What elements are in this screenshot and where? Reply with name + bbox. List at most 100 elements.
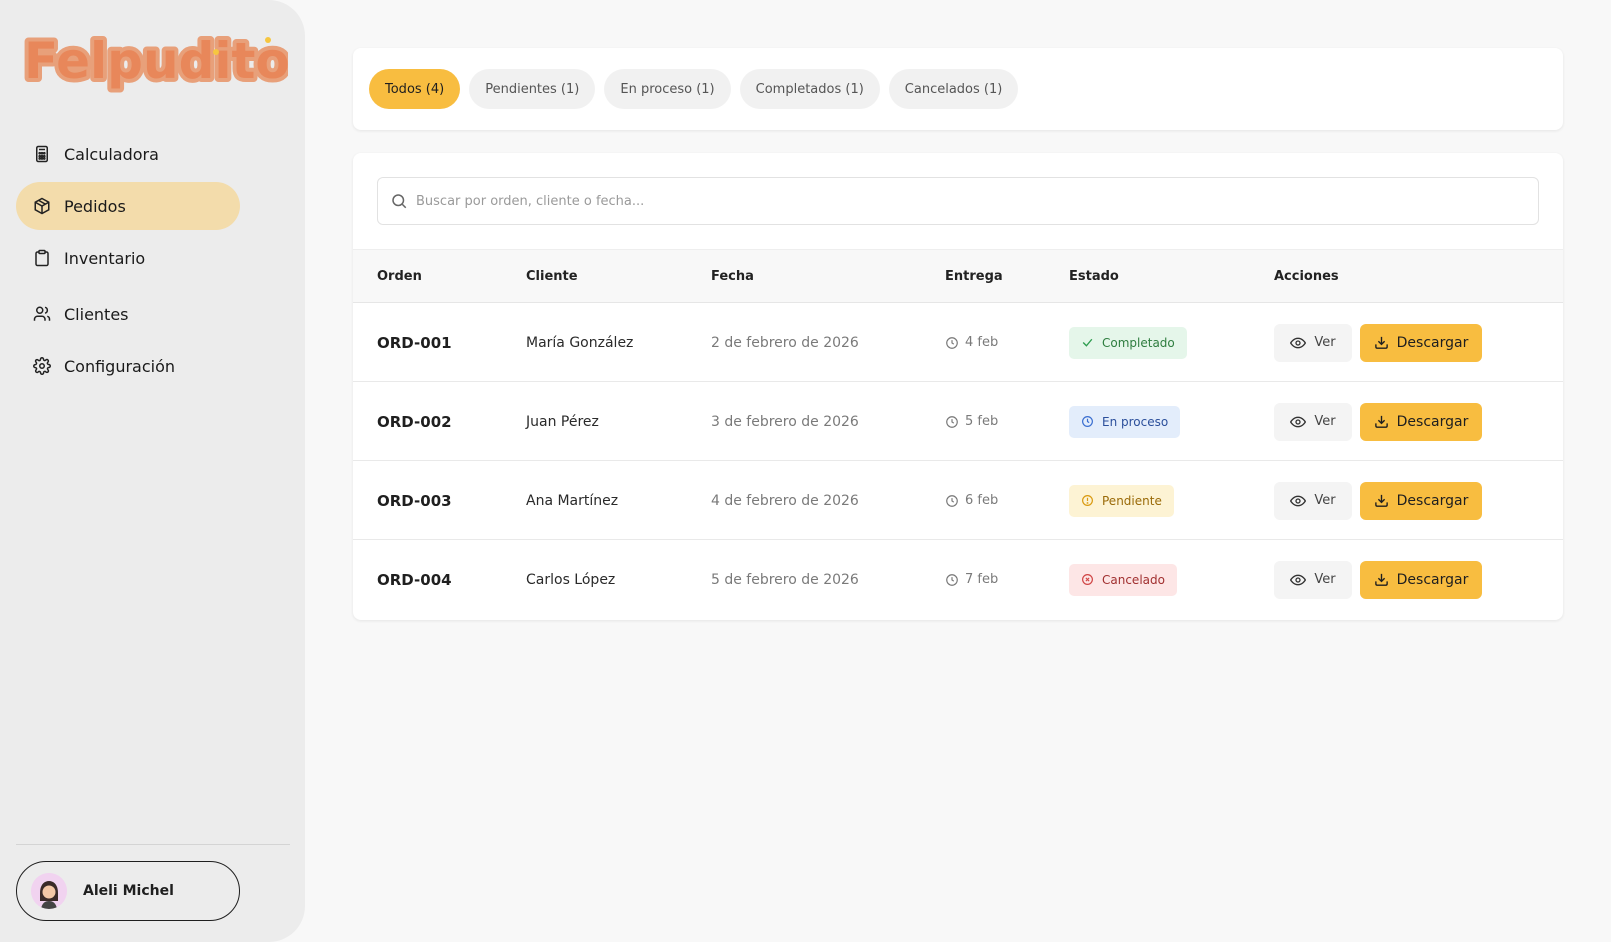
clock-icon (1081, 415, 1094, 428)
client-name: Ana Martínez (526, 492, 619, 509)
filter-tab-pendientes[interactable]: Pendientes (1) (469, 69, 596, 109)
users-icon (32, 304, 52, 324)
status-filter-tabs: Todos (4) Pendientes (1) En proceso (1) … (353, 48, 1563, 130)
table-row: ORD-004 Carlos López 5 de febrero de 202… (353, 540, 1563, 619)
filter-tab-en-proceso[interactable]: En proceso (1) (604, 69, 731, 109)
order-date: 5 de febrero de 2026 (711, 571, 859, 588)
eye-icon (1290, 572, 1307, 588)
download-icon (1374, 414, 1389, 429)
orders-card: Orden Cliente Fecha Entrega Estado Accio… (353, 153, 1563, 620)
download-button-label: Descargar (1396, 492, 1469, 509)
delivery-date: 4 feb (945, 303, 998, 382)
view-button[interactable]: Ver (1274, 402, 1352, 441)
client-name: María González (526, 334, 634, 351)
alert-circle-icon (1081, 494, 1094, 507)
status-cell: Completado (1069, 303, 1187, 382)
download-button[interactable]: Descargar (1360, 402, 1482, 441)
row-actions: Ver Descargar (1274, 461, 1482, 540)
calculator-icon (32, 144, 52, 164)
status-badge: Cancelado (1069, 563, 1177, 596)
status-cell: Cancelado (1069, 540, 1177, 619)
view-button[interactable]: Ver (1274, 481, 1352, 520)
status-badge-label: Pendiente (1102, 493, 1162, 508)
download-icon (1374, 335, 1389, 350)
user-profile-button[interactable]: Aleli Michel (16, 861, 240, 921)
table-header: Orden Cliente Fecha Entrega Estado Accio… (353, 249, 1563, 303)
download-button[interactable]: Descargar (1360, 481, 1482, 520)
download-button[interactable]: Descargar (1360, 323, 1482, 362)
view-button-label: Ver (1314, 335, 1336, 350)
sidebar-item-label: Configuración (64, 356, 176, 376)
sidebar-item-label: Clientes (64, 304, 129, 324)
avatar (31, 873, 67, 909)
clock-icon (945, 336, 959, 350)
status-cell: Pendiente (1069, 461, 1174, 540)
row-actions: Ver Descargar (1274, 382, 1482, 461)
column-header-orden[interactable]: Orden (377, 250, 422, 304)
eye-icon (1290, 414, 1307, 430)
search-input[interactable] (416, 193, 1516, 209)
filter-tab-todos[interactable]: Todos (4) (369, 69, 461, 109)
user-name: Aleli Michel (83, 883, 174, 899)
search-icon (390, 192, 408, 210)
column-header-entrega[interactable]: Entrega (945, 250, 1003, 304)
view-button[interactable]: Ver (1274, 323, 1352, 362)
gear-icon (32, 356, 52, 376)
search-box (377, 177, 1539, 225)
sidebar-nav: Calculadora Pedidos Inventario Clientes … (16, 130, 288, 394)
row-actions: Ver Descargar (1274, 303, 1482, 382)
status-badge: Pendiente (1069, 484, 1174, 517)
status-badge-label: Completado (1102, 335, 1175, 350)
delivery-date-text: 4 feb (965, 335, 999, 350)
sidebar-item-inventario[interactable]: Inventario (16, 234, 240, 282)
sidebar-item-pedidos[interactable]: Pedidos (16, 182, 240, 230)
eye-icon (1290, 335, 1307, 351)
order-id: ORD-003 (377, 491, 452, 510)
sidebar: Felpuditos Felpuditos Calculadora Pedido… (0, 0, 305, 942)
client-name: Carlos López (526, 571, 616, 588)
view-button-label: Ver (1314, 414, 1336, 429)
x-circle-icon (1081, 573, 1094, 586)
column-header-estado[interactable]: Estado (1069, 250, 1119, 304)
order-id: ORD-004 (377, 570, 452, 589)
view-button-label: Ver (1314, 572, 1336, 587)
delivery-date: 5 feb (945, 382, 998, 461)
clock-icon (945, 415, 959, 429)
column-header-cliente[interactable]: Cliente (526, 250, 578, 304)
order-date: 2 de febrero de 2026 (711, 334, 859, 351)
sidebar-item-configuracion[interactable]: Configuración (16, 342, 240, 390)
delivery-date: 7 feb (945, 540, 998, 619)
client-name: Juan Pérez (526, 413, 599, 430)
delivery-date: 6 feb (945, 461, 998, 540)
order-id: ORD-001 (377, 333, 452, 352)
clock-icon (945, 494, 959, 508)
table-row: ORD-002 Juan Pérez 3 de febrero de 2026 … (353, 382, 1563, 461)
svg-text:Felpuditos: Felpuditos (24, 32, 288, 90)
view-button[interactable]: Ver (1274, 560, 1352, 599)
filter-tab-completados[interactable]: Completados (1) (739, 69, 880, 109)
sidebar-item-clientes[interactable]: Clientes (16, 290, 240, 338)
package-icon (32, 196, 52, 216)
delivery-date-text: 5 feb (965, 414, 999, 429)
table-row: ORD-003 Ana Martínez 4 de febrero de 202… (353, 461, 1563, 540)
download-icon (1374, 493, 1389, 508)
eye-icon (1290, 493, 1307, 509)
download-button-label: Descargar (1396, 571, 1469, 588)
row-actions: Ver Descargar (1274, 540, 1482, 619)
column-header-fecha[interactable]: Fecha (711, 250, 754, 304)
delivery-date-text: 7 feb (965, 572, 999, 587)
clock-icon (945, 573, 959, 587)
download-icon (1374, 572, 1389, 587)
status-badge: Completado (1069, 326, 1187, 359)
filter-tab-cancelados[interactable]: Cancelados (1) (888, 69, 1019, 109)
order-date: 3 de febrero de 2026 (711, 413, 859, 430)
download-button-label: Descargar (1396, 334, 1469, 351)
download-button[interactable]: Descargar (1360, 560, 1482, 599)
status-badge-label: Cancelado (1102, 572, 1165, 587)
sidebar-item-calculadora[interactable]: Calculadora (16, 130, 240, 178)
status-badge-label: En proceso (1102, 414, 1169, 429)
sidebar-divider (16, 844, 290, 845)
view-button-label: Ver (1314, 493, 1336, 508)
sidebar-item-label: Inventario (64, 248, 146, 268)
felpuditos-logo[interactable]: Felpuditos Felpuditos (16, 22, 288, 98)
